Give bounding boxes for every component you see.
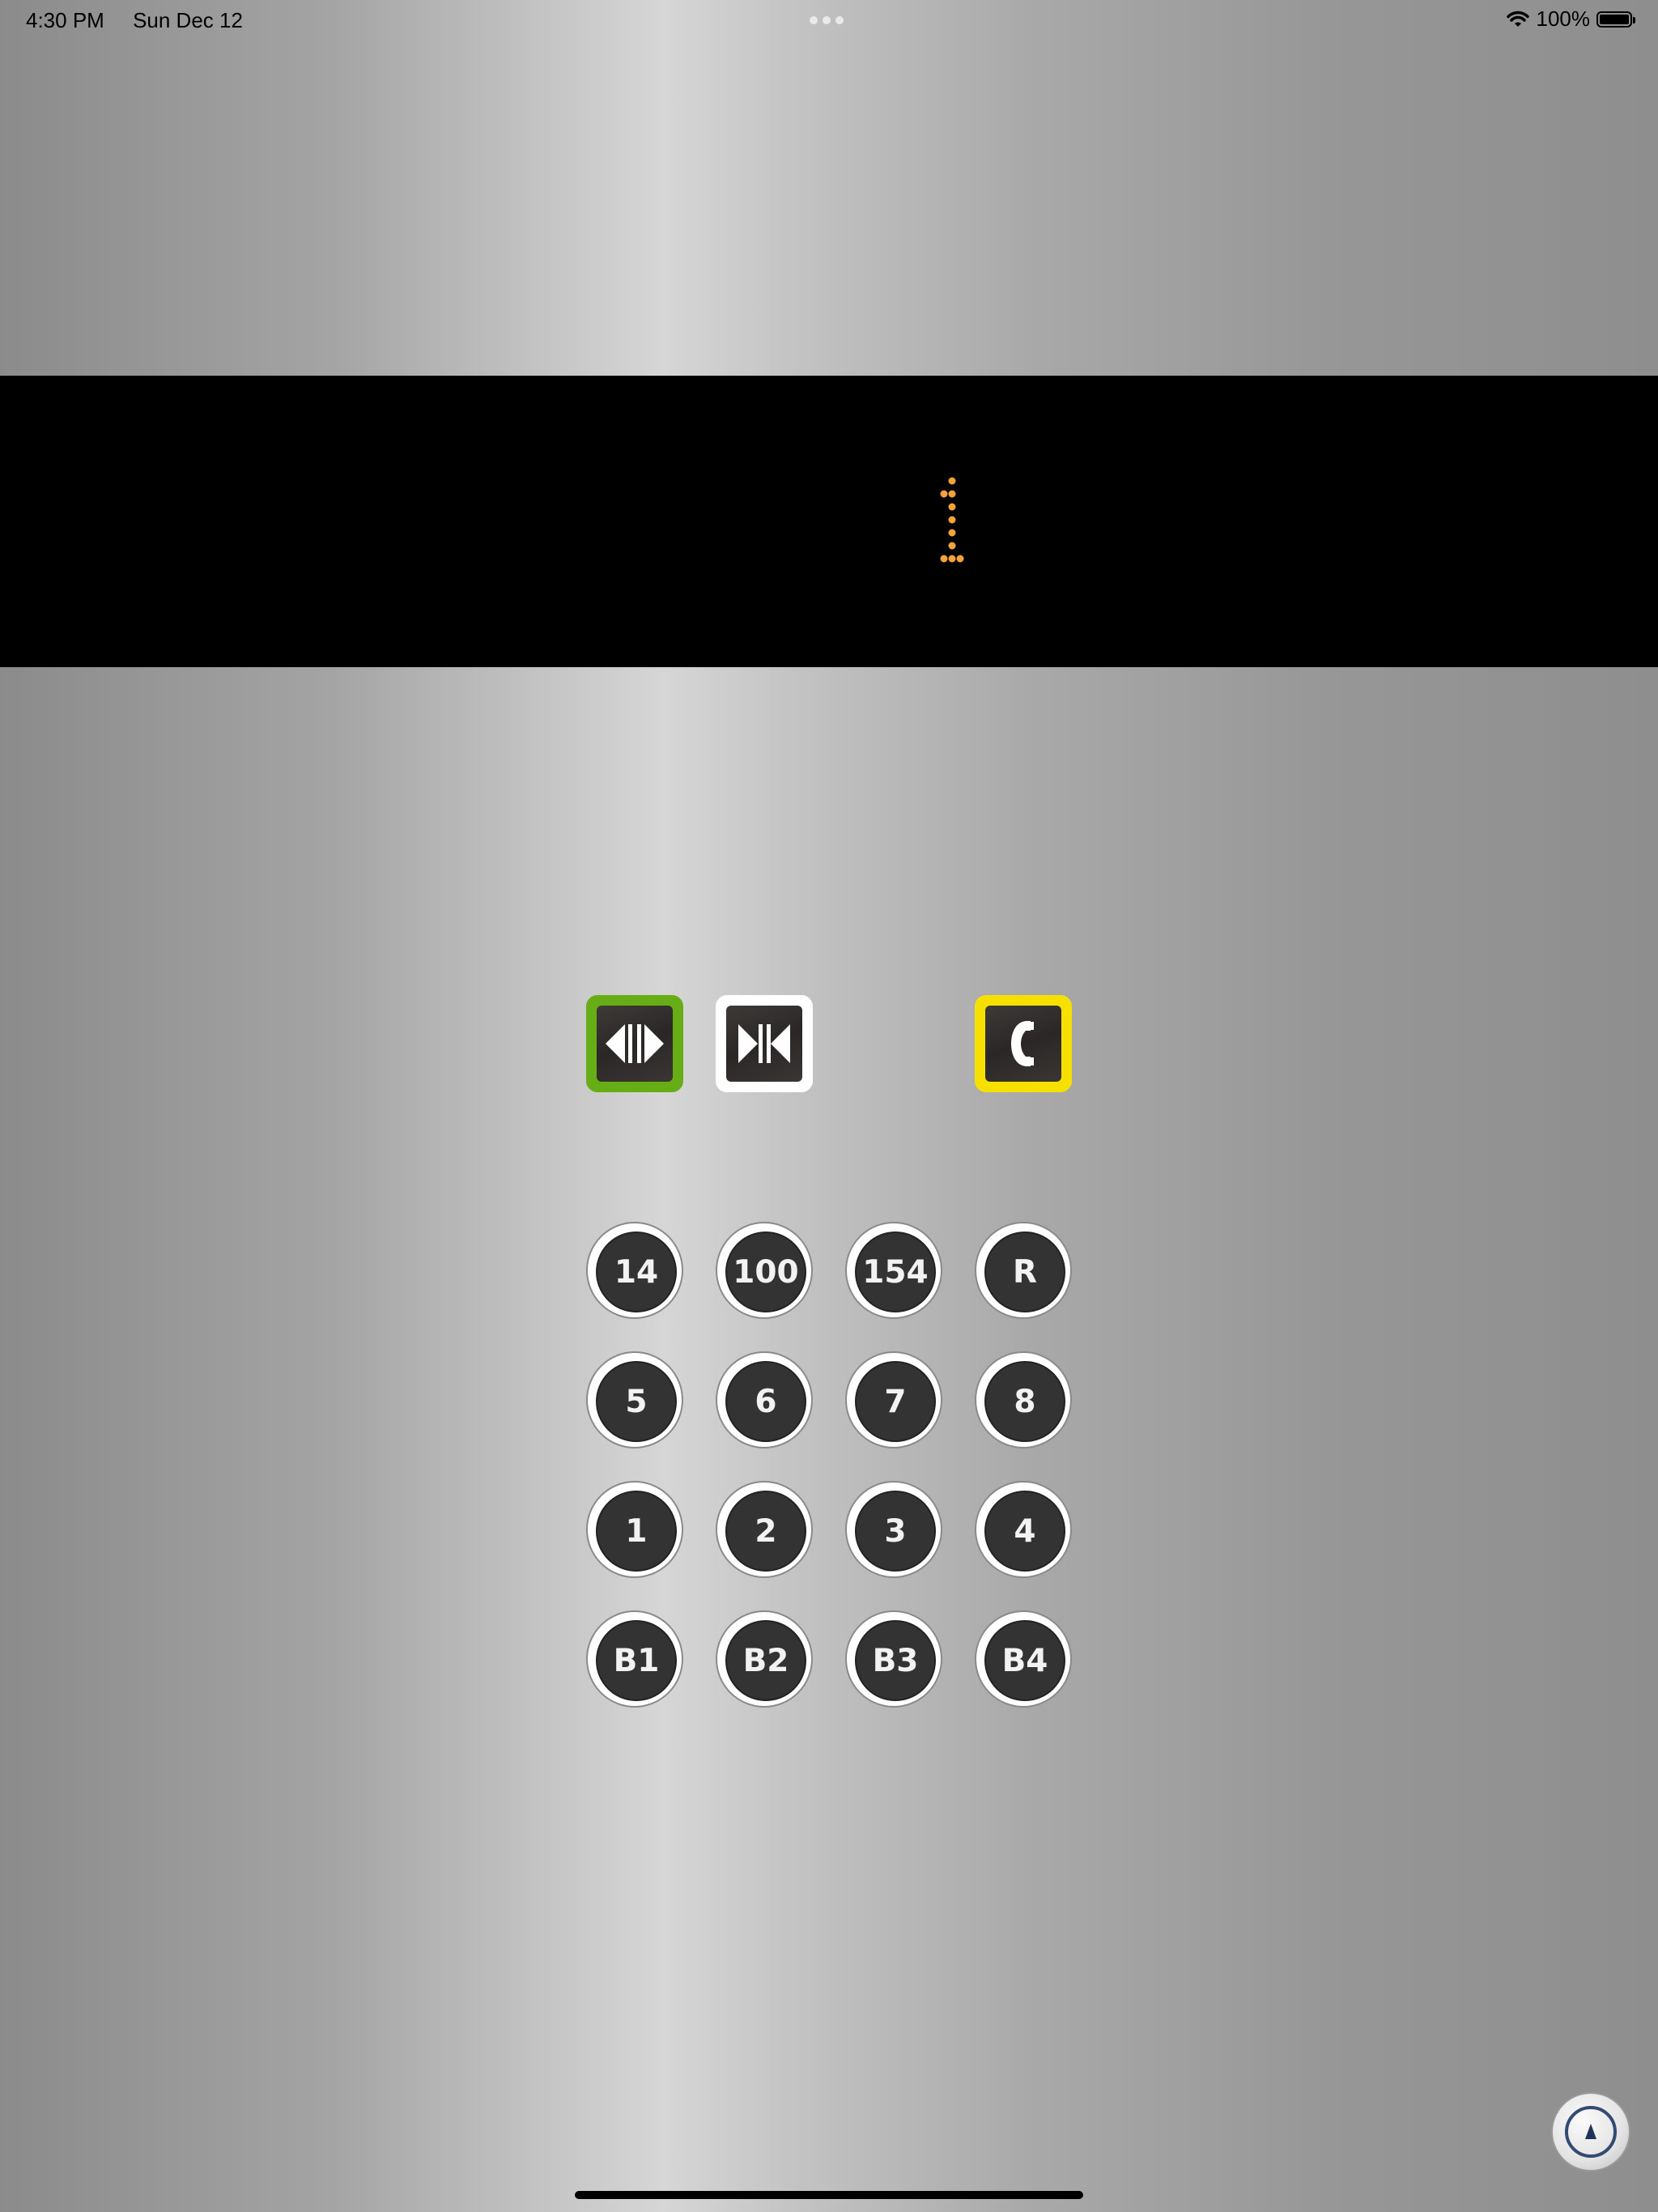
floor-button-7[interactable]: 7 xyxy=(845,1351,942,1448)
status-right: 100% xyxy=(1506,6,1635,32)
floor-button-5[interactable]: 5 xyxy=(586,1351,683,1448)
floor-button-label: B2 xyxy=(725,1620,806,1701)
door-close-icon xyxy=(738,1024,790,1063)
door-open-button[interactable] xyxy=(586,995,683,1092)
emergency-call-button[interactable] xyxy=(975,995,1072,1092)
floor-button-b3[interactable]: B3 xyxy=(845,1610,942,1708)
floor-button-label: 5 xyxy=(596,1361,677,1442)
floor-button-label: 100 xyxy=(725,1231,806,1312)
floor-button-b2[interactable]: B2 xyxy=(716,1610,813,1708)
floor-button-4[interactable]: 4 xyxy=(975,1481,1072,1578)
floor-indicator-text: 1 xyxy=(931,476,932,477)
floor-button-14[interactable]: 14 xyxy=(586,1222,683,1319)
digit-dot xyxy=(948,503,956,511)
floor-button-100[interactable]: 100 xyxy=(716,1222,813,1319)
floor-indicator-digit: 1 xyxy=(931,476,964,563)
phone-icon xyxy=(1011,1021,1034,1066)
digit-dot xyxy=(940,555,948,563)
floor-button-r[interactable]: R xyxy=(975,1222,1072,1319)
floor-button-label: B3 xyxy=(855,1620,936,1701)
floor-button-label: 2 xyxy=(725,1491,806,1572)
floor-button-label: 6 xyxy=(725,1361,806,1442)
battery-icon xyxy=(1596,11,1635,28)
status-left: 4:30 PM Sun Dec 12 xyxy=(26,8,266,33)
compass-icon xyxy=(1565,2106,1617,2158)
floor-button-1[interactable]: 1 xyxy=(586,1481,683,1578)
digit-dot xyxy=(948,516,956,524)
floor-button-label: 14 xyxy=(596,1231,677,1312)
battery-percent: 100% xyxy=(1536,6,1591,31)
floor-button-label: 154 xyxy=(855,1231,936,1312)
digit-dot xyxy=(948,555,956,563)
floor-display xyxy=(0,376,1658,667)
digit-dot xyxy=(948,542,956,550)
floor-button-8[interactable]: 8 xyxy=(975,1351,1072,1448)
floor-button-b1[interactable]: B1 xyxy=(586,1610,683,1708)
floor-button-154[interactable]: 154 xyxy=(845,1222,942,1319)
multitasking-dots-icon[interactable] xyxy=(810,16,844,24)
floor-button-label: B4 xyxy=(984,1620,1065,1701)
status-date: Sun Dec 12 xyxy=(133,8,243,32)
floor-button-label: 4 xyxy=(984,1491,1065,1572)
door-close-button[interactable] xyxy=(716,995,813,1092)
wifi-icon xyxy=(1506,11,1529,27)
floor-button-6[interactable]: 6 xyxy=(716,1351,813,1448)
floor-button-3[interactable]: 3 xyxy=(845,1481,942,1578)
floor-button-label: B1 xyxy=(596,1620,677,1701)
digit-dot xyxy=(956,555,964,563)
digit-dot xyxy=(948,529,956,537)
door-open-icon xyxy=(606,1024,664,1063)
floor-button-label: 1 xyxy=(596,1491,677,1572)
digit-dot xyxy=(948,477,956,485)
assistive-touch-button[interactable] xyxy=(1551,2092,1630,2172)
digit-dot xyxy=(948,490,956,498)
status-time: 4:30 PM xyxy=(26,8,104,32)
floor-button-label: 3 xyxy=(855,1491,936,1572)
floor-button-label: 7 xyxy=(855,1361,936,1442)
floor-button-b4[interactable]: B4 xyxy=(975,1610,1072,1708)
floor-button-label: R xyxy=(984,1231,1065,1312)
floor-button-2[interactable]: 2 xyxy=(716,1481,813,1578)
status-bar: 4:30 PM Sun Dec 12 100% xyxy=(0,0,1658,39)
floor-button-label: 8 xyxy=(984,1361,1065,1442)
home-indicator[interactable] xyxy=(575,2191,1083,2199)
digit-dot xyxy=(940,490,948,498)
